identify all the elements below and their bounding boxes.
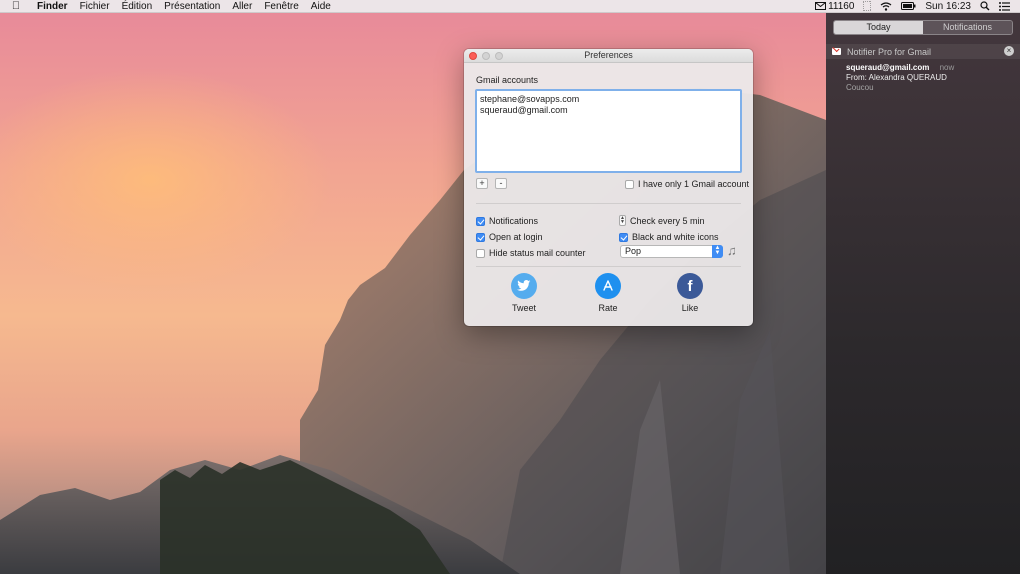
like-label: Like bbox=[681, 303, 699, 313]
remove-account-button[interactable]: - bbox=[495, 178, 507, 189]
gmail-app-icon bbox=[832, 48, 841, 55]
menu-extra-icon[interactable] bbox=[863, 1, 872, 11]
preferences-window: Preferences Gmail accounts stephane@sova… bbox=[464, 49, 753, 326]
spotlight-search-icon[interactable] bbox=[980, 1, 990, 11]
notifications-label: Notifications bbox=[489, 216, 539, 226]
menu-aide[interactable]: Aide bbox=[306, 1, 338, 12]
hide-counter-checkbox[interactable] bbox=[476, 248, 485, 258]
notification-title: squeraud@gmail.com bbox=[846, 63, 930, 72]
tweet-label: Tweet bbox=[511, 303, 536, 313]
notifications-checkbox[interactable] bbox=[476, 216, 485, 226]
single-account-label: I have only 1 Gmail account bbox=[638, 179, 750, 189]
account-list-item[interactable]: squeraud@gmail.com bbox=[480, 105, 737, 116]
sound-select-value: Pop bbox=[625, 246, 642, 256]
apple-logo-icon[interactable]:  bbox=[0, 0, 32, 12]
menu-bar:  Finder Fichier Édition Présentation Al… bbox=[0, 0, 1020, 13]
music-note-icon[interactable]: ♫ bbox=[727, 243, 737, 258]
tab-notifications[interactable]: Notifications bbox=[923, 21, 1012, 34]
bw-icons-checkbox[interactable] bbox=[619, 232, 628, 242]
app-store-icon[interactable] bbox=[595, 273, 621, 299]
gmail-accounts-label: Gmail accounts bbox=[476, 75, 539, 85]
notification-app-header: Notifier Pro for Gmail × bbox=[826, 44, 1020, 59]
menu-fenetre[interactable]: Fenêtre bbox=[259, 1, 305, 12]
check-interval-label: Check every 5 min bbox=[630, 215, 705, 226]
single-account-option[interactable]: I have only 1 Gmail account bbox=[625, 179, 749, 189]
twitter-bird-icon[interactable] bbox=[511, 273, 537, 299]
rate-label: Rate bbox=[598, 303, 618, 313]
interval-stepper[interactable]: ▲ ▼ bbox=[619, 215, 626, 226]
notifications-option[interactable]: Notifications bbox=[476, 216, 538, 226]
clock[interactable]: Sun 16:23 bbox=[925, 1, 971, 12]
mail-status-item[interactable]: 11160 bbox=[815, 1, 854, 12]
bw-icons-option[interactable]: Black and white icons bbox=[619, 232, 719, 242]
notification-center-panel: Today Notifications Notifier Pro for Gma… bbox=[826, 13, 1020, 574]
notification-center-icon[interactable] bbox=[999, 1, 1010, 11]
battery-icon[interactable] bbox=[901, 2, 916, 10]
open-at-login-option[interactable]: Open at login bbox=[476, 232, 543, 242]
check-interval-option[interactable]: ▲ ▼ Check every 5 min bbox=[619, 215, 705, 226]
add-account-button[interactable]: + bbox=[476, 178, 488, 189]
window-titlebar[interactable]: Preferences bbox=[464, 49, 753, 63]
tweet-share[interactable]: Tweet bbox=[499, 273, 549, 313]
menu-aller[interactable]: Aller bbox=[227, 1, 259, 12]
like-share[interactable]: f Like bbox=[665, 273, 715, 313]
window-title: Preferences bbox=[584, 50, 633, 60]
mail-count: 11160 bbox=[828, 0, 855, 12]
close-icon[interactable]: × bbox=[1004, 46, 1014, 56]
menu-finder[interactable]: Finder bbox=[32, 1, 75, 12]
rate-share[interactable]: Rate bbox=[583, 273, 633, 313]
single-account-checkbox[interactable] bbox=[625, 179, 634, 189]
notification-time: now bbox=[939, 63, 955, 72]
open-at-login-checkbox[interactable] bbox=[476, 232, 485, 242]
menu-fichier[interactable]: Fichier bbox=[75, 1, 117, 12]
notification-app-name: Notifier Pro for Gmail bbox=[847, 46, 932, 57]
notification-center-tabs: Today Notifications bbox=[833, 20, 1013, 35]
wifi-icon[interactable] bbox=[880, 1, 892, 11]
tab-today[interactable]: Today bbox=[834, 21, 923, 34]
notification-body: Coucou bbox=[846, 83, 874, 92]
facebook-icon[interactable]: f bbox=[677, 273, 703, 299]
open-at-login-label: Open at login bbox=[489, 232, 543, 242]
chevron-updown-icon: ▲ ▼ bbox=[712, 245, 723, 258]
hide-counter-option[interactable]: Hide status mail counter bbox=[476, 248, 586, 258]
divider bbox=[476, 266, 741, 267]
notification-from: From: Alexandra QUERAUD bbox=[846, 73, 947, 82]
gmail-accounts-list[interactable]: stephane@sovapps.com squeraud@gmail.com bbox=[475, 89, 742, 173]
notification-item[interactable]: squeraud@gmail.com now From: Alexandra Q… bbox=[846, 63, 954, 93]
bw-icons-label: Black and white icons bbox=[632, 232, 719, 242]
divider bbox=[476, 203, 741, 204]
mail-envelope-icon bbox=[815, 2, 827, 10]
sound-select[interactable]: Pop ▲ ▼ bbox=[620, 245, 723, 258]
hide-counter-label: Hide status mail counter bbox=[489, 248, 586, 258]
menu-edition[interactable]: Édition bbox=[117, 1, 160, 12]
account-list-item[interactable]: stephane@sovapps.com bbox=[480, 94, 737, 105]
menu-presentation[interactable]: Présentation bbox=[159, 1, 227, 12]
